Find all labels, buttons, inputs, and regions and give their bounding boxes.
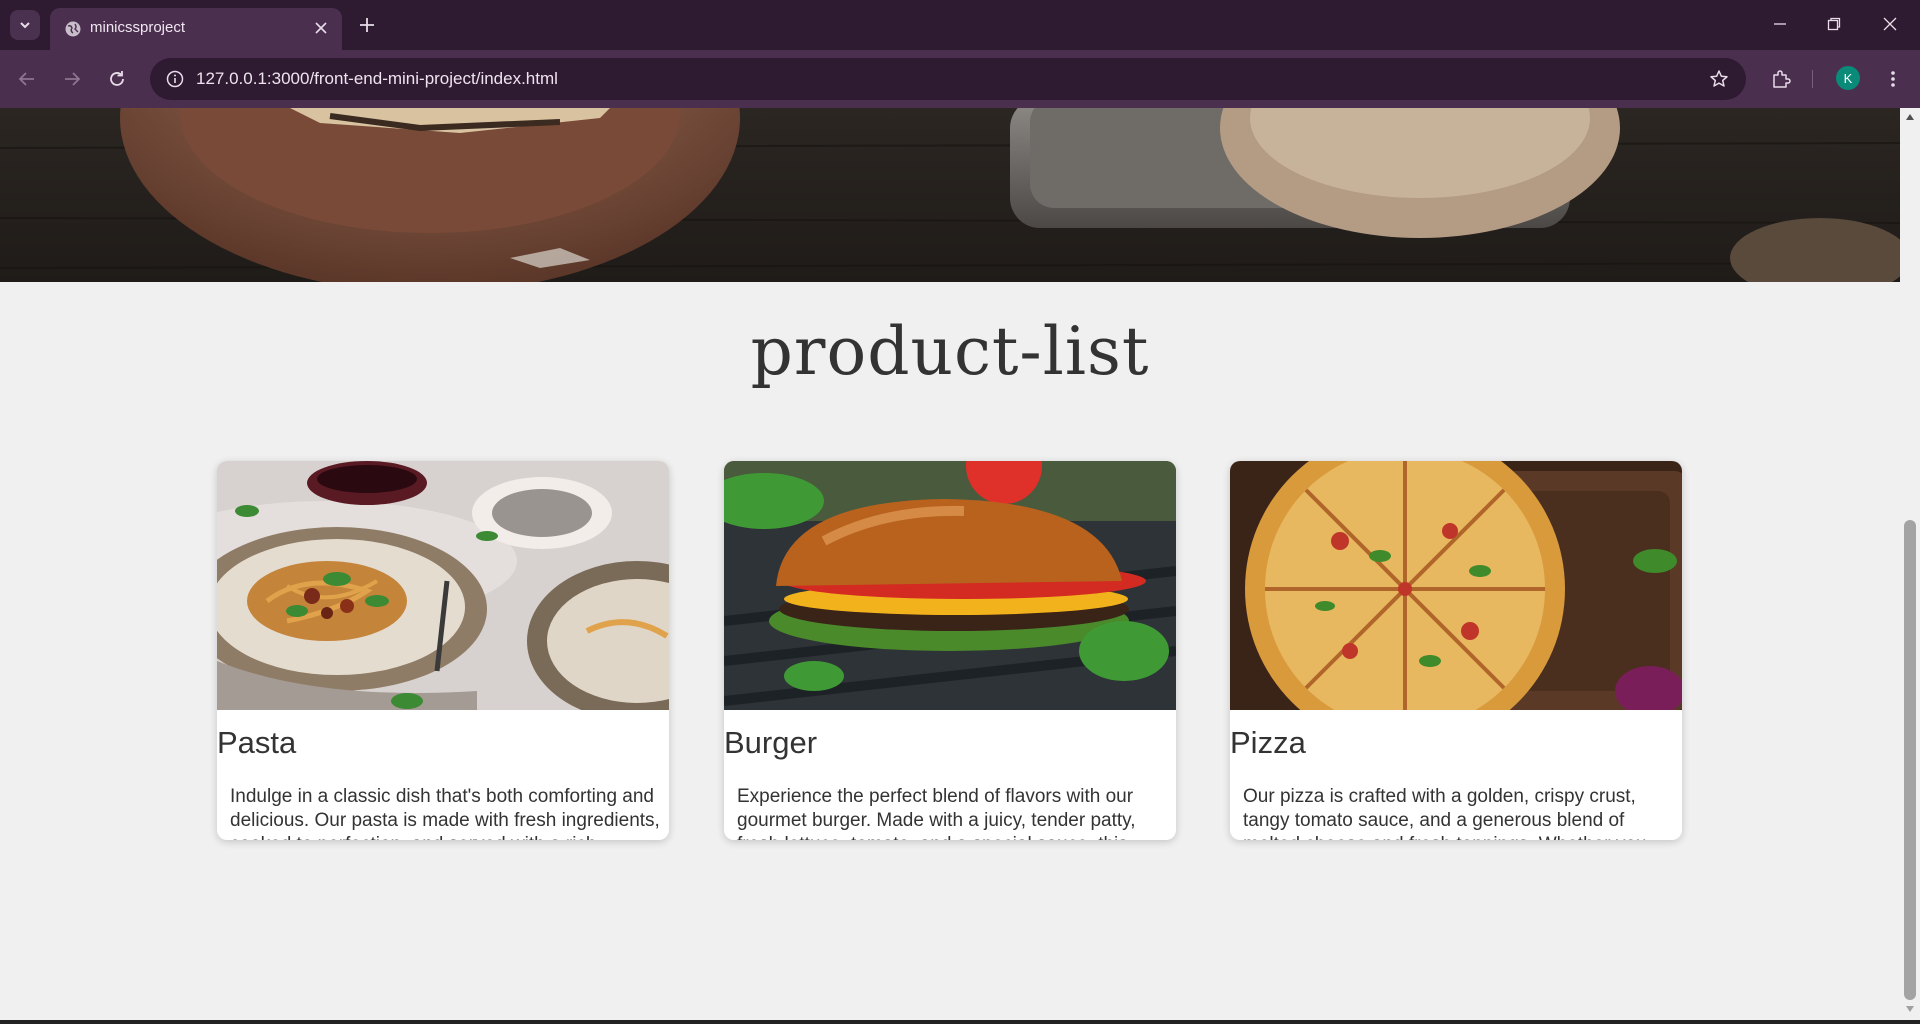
- tab-search-button[interactable]: [10, 10, 40, 40]
- extensions-button[interactable]: [1766, 64, 1796, 94]
- toolbar-divider: [1812, 70, 1813, 88]
- site-info-button[interactable]: [160, 64, 190, 94]
- triangle-up-icon: [1906, 114, 1914, 120]
- product-card-pasta[interactable]: Pasta Indulge in a classic dish that's b…: [217, 461, 669, 840]
- arrow-left-icon: [18, 72, 34, 86]
- product-title: Pizza: [1230, 725, 1306, 760]
- pizza-image: [1230, 461, 1682, 710]
- scroll-up-arrow[interactable]: [1905, 112, 1915, 122]
- new-tab-button[interactable]: [352, 10, 382, 40]
- restore-button[interactable]: [1806, 0, 1862, 48]
- page-viewport: product-list Pasta Indulge in a classic …: [0, 108, 1920, 1020]
- product-description: Experience the perfect blend of flavors …: [737, 786, 1136, 840]
- hero-banner-image: [0, 108, 1900, 282]
- tab-strip: minicssproject: [0, 0, 1920, 50]
- restore-icon: [1827, 17, 1841, 31]
- product-description: Indulge in a classic dish that's both co…: [230, 786, 660, 840]
- close-icon: [1883, 17, 1897, 31]
- browser-toolbar: 127.0.0.1:3000/front-end-mini-project/in…: [0, 50, 1920, 108]
- product-title: Pasta: [217, 725, 297, 760]
- product-card-burger[interactable]: Burger Experience the perfect blend of f…: [724, 461, 1176, 840]
- burger-image: [724, 461, 1176, 710]
- triangle-down-icon: [1906, 1006, 1914, 1012]
- plus-icon: [360, 18, 374, 32]
- reload-button[interactable]: [102, 64, 132, 94]
- minimize-button[interactable]: [1752, 0, 1808, 48]
- forward-button[interactable]: [57, 64, 87, 94]
- profile-avatar[interactable]: K: [1836, 66, 1860, 90]
- reload-icon: [110, 71, 124, 86]
- minimize-icon: [1774, 23, 1786, 25]
- window-bottom-edge: [0, 1020, 1920, 1024]
- bookmark-button[interactable]: [1704, 64, 1734, 94]
- close-icon: [315, 22, 327, 34]
- vertical-scrollbar[interactable]: [1900, 108, 1920, 1020]
- scroll-down-arrow[interactable]: [1905, 1004, 1915, 1014]
- tab-close-button[interactable]: [310, 17, 332, 39]
- active-tab[interactable]: minicssproject: [50, 8, 342, 50]
- url-text[interactable]: 127.0.0.1:3000/front-end-mini-project/in…: [196, 69, 558, 89]
- back-button[interactable]: [12, 64, 42, 94]
- puzzle-icon: [1773, 70, 1791, 88]
- more-vertical-icon: [1891, 71, 1895, 87]
- browser-menu-button[interactable]: [1878, 64, 1908, 94]
- product-description: Our pizza is crafted with a golden, cris…: [1243, 786, 1646, 840]
- tune-icon: [166, 70, 184, 88]
- scrollbar-thumb[interactable]: [1904, 520, 1916, 1000]
- pasta-image: [217, 461, 669, 710]
- product-title: Burger: [724, 725, 818, 760]
- chevron-down-icon: [20, 22, 30, 29]
- address-bar[interactable]: 127.0.0.1:3000/front-end-mini-project/in…: [150, 58, 1746, 100]
- globe-icon: [65, 21, 81, 37]
- product-card-pizza[interactable]: Pizza Our pizza is crafted with a golden…: [1230, 461, 1682, 840]
- tab-title: minicssproject: [90, 19, 186, 36]
- page-title: product-list: [750, 313, 1150, 390]
- arrow-right-icon: [65, 72, 81, 86]
- star-icon: [1710, 70, 1728, 87]
- close-window-button[interactable]: [1862, 0, 1918, 48]
